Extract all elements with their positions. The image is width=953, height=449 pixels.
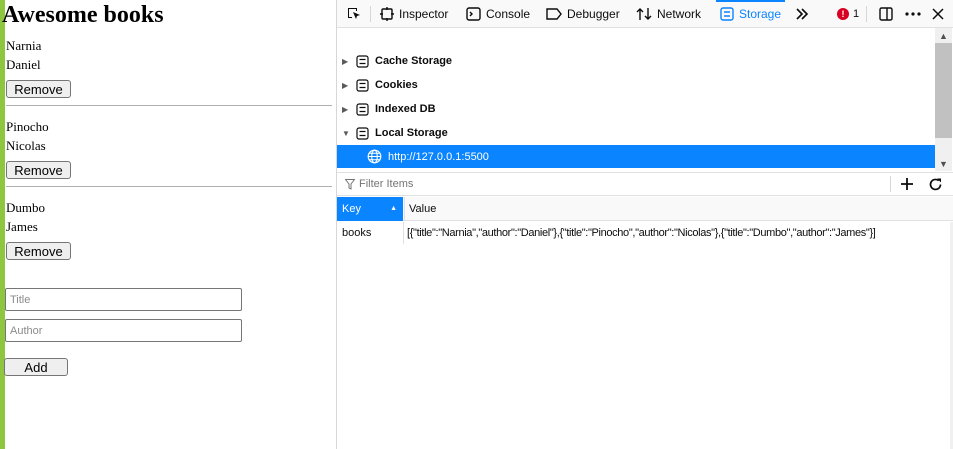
tree-item-cookies[interactable]: ▶ Cookies (337, 73, 935, 97)
toolbar-divider (866, 6, 867, 22)
tab-label: Inspector (399, 7, 449, 21)
debugger-icon (546, 8, 562, 20)
network-icon (636, 8, 652, 20)
expand-arrow-icon[interactable]: ▶ (342, 81, 352, 90)
tree-item-label: Cache Storage (375, 55, 453, 67)
remove-button[interactable]: Remove (6, 242, 71, 260)
book-author: Nicolas (6, 138, 46, 153)
storage-icon (720, 7, 734, 21)
add-button[interactable]: Add (4, 358, 68, 376)
dock-side-icon[interactable] (876, 0, 896, 28)
tree-item-label: Local Storage (375, 127, 448, 139)
storage-icon (356, 54, 369, 68)
table-row[interactable]: books [{"title":"Narnia","author":"Danie… (337, 222, 950, 244)
tree-scrollbar[interactable]: ▲ ▼ (935, 28, 952, 171)
error-icon: ! (837, 8, 849, 20)
tab-label: Network (657, 7, 702, 21)
storage-tree: ▶ Cache Storage ▶ Cookies ▶ Indexed DB ▼… (337, 28, 953, 171)
author-input[interactable] (5, 319, 242, 342)
close-icon[interactable] (928, 0, 948, 28)
origin-label: http://127.0.0.1:5500 (388, 150, 489, 163)
column-header-value[interactable]: Value (404, 197, 953, 221)
tree-item-cache-storage[interactable]: ▶ Cache Storage (337, 49, 935, 73)
storage-table: books [{"title":"Narnia","author":"Danie… (337, 222, 953, 449)
book-title: Pinocho (6, 119, 49, 134)
tab-label: Debugger (567, 7, 620, 21)
tab-label: Console (486, 7, 531, 21)
more-tabs-chevron-icon[interactable] (792, 0, 812, 28)
column-header-label: Key (342, 203, 361, 215)
tab-console[interactable]: Console (466, 0, 530, 28)
tree-item-local-storage[interactable]: ▼ Local Storage (337, 121, 935, 145)
expand-arrow-icon[interactable]: ▶ (342, 105, 352, 114)
book-title: Dumbo (6, 200, 45, 215)
tree-item-label: Indexed DB (375, 103, 436, 115)
table-header: Key ▲ Value (337, 197, 953, 221)
column-divider (403, 222, 404, 244)
remove-button[interactable]: Remove (6, 161, 71, 179)
storage-icon (356, 78, 369, 92)
tree-item-indexed-db[interactable]: ▶ Indexed DB (337, 97, 935, 121)
element-picker-icon[interactable] (342, 0, 366, 28)
devtools-panel: Inspector Console Debugger Network Stora… (336, 0, 953, 449)
devtools-toolbar: Inspector Console Debugger Network Stora… (337, 0, 953, 28)
more-options-icon[interactable] (902, 0, 924, 28)
toolbar-divider (370, 6, 371, 22)
refresh-icon[interactable] (924, 170, 946, 198)
column-header-key[interactable]: Key ▲ (337, 197, 403, 221)
scrollbar-thumb[interactable] (935, 43, 952, 138)
globe-icon (367, 149, 382, 164)
filter-input[interactable] (359, 175, 879, 193)
inspector-icon (380, 7, 394, 21)
storage-icon (356, 102, 369, 116)
filter-bar (337, 172, 953, 196)
error-count: 1 (853, 8, 860, 20)
console-icon (466, 7, 481, 21)
storage-icon (356, 126, 369, 140)
column-header-label: Value (409, 203, 437, 215)
page-accent-strip (0, 0, 5, 449)
title-input[interactable] (5, 288, 242, 311)
tab-storage[interactable]: Storage (715, 0, 786, 28)
tab-debugger[interactable]: Debugger (546, 0, 620, 28)
web-page: Awesome books Narnia Daniel Remove Pinoc… (0, 0, 337, 449)
error-count-badge[interactable]: ! 1 (837, 0, 859, 28)
cell-value[interactable]: [{"title":"Narnia","author":"Daniel"},{"… (407, 222, 947, 244)
cell-key[interactable]: books (342, 222, 400, 244)
scroll-up-icon[interactable]: ▲ (935, 28, 952, 43)
book-divider (6, 186, 332, 187)
page-title: Awesome books (2, 2, 164, 28)
tab-label: Storage (739, 7, 782, 21)
tab-inspector[interactable]: Inspector (380, 0, 448, 28)
tree-item-label: Cookies (375, 79, 418, 91)
tab-network[interactable]: Network (636, 0, 701, 28)
toolbar-divider (890, 176, 891, 192)
scroll-down-icon[interactable]: ▼ (935, 156, 952, 171)
add-item-icon[interactable] (896, 170, 918, 198)
tree-item-origin[interactable]: http://127.0.0.1:5500 (337, 145, 935, 168)
filter-icon (345, 179, 355, 190)
expand-arrow-icon[interactable]: ▶ (342, 57, 352, 66)
book-title: Narnia (6, 38, 42, 53)
book-author: Daniel (6, 57, 41, 72)
collapse-arrow-icon[interactable]: ▼ (342, 129, 352, 138)
book-divider (6, 105, 332, 106)
book-author: James (6, 219, 38, 234)
sort-ascending-icon: ▲ (390, 205, 397, 212)
remove-button[interactable]: Remove (6, 80, 71, 98)
